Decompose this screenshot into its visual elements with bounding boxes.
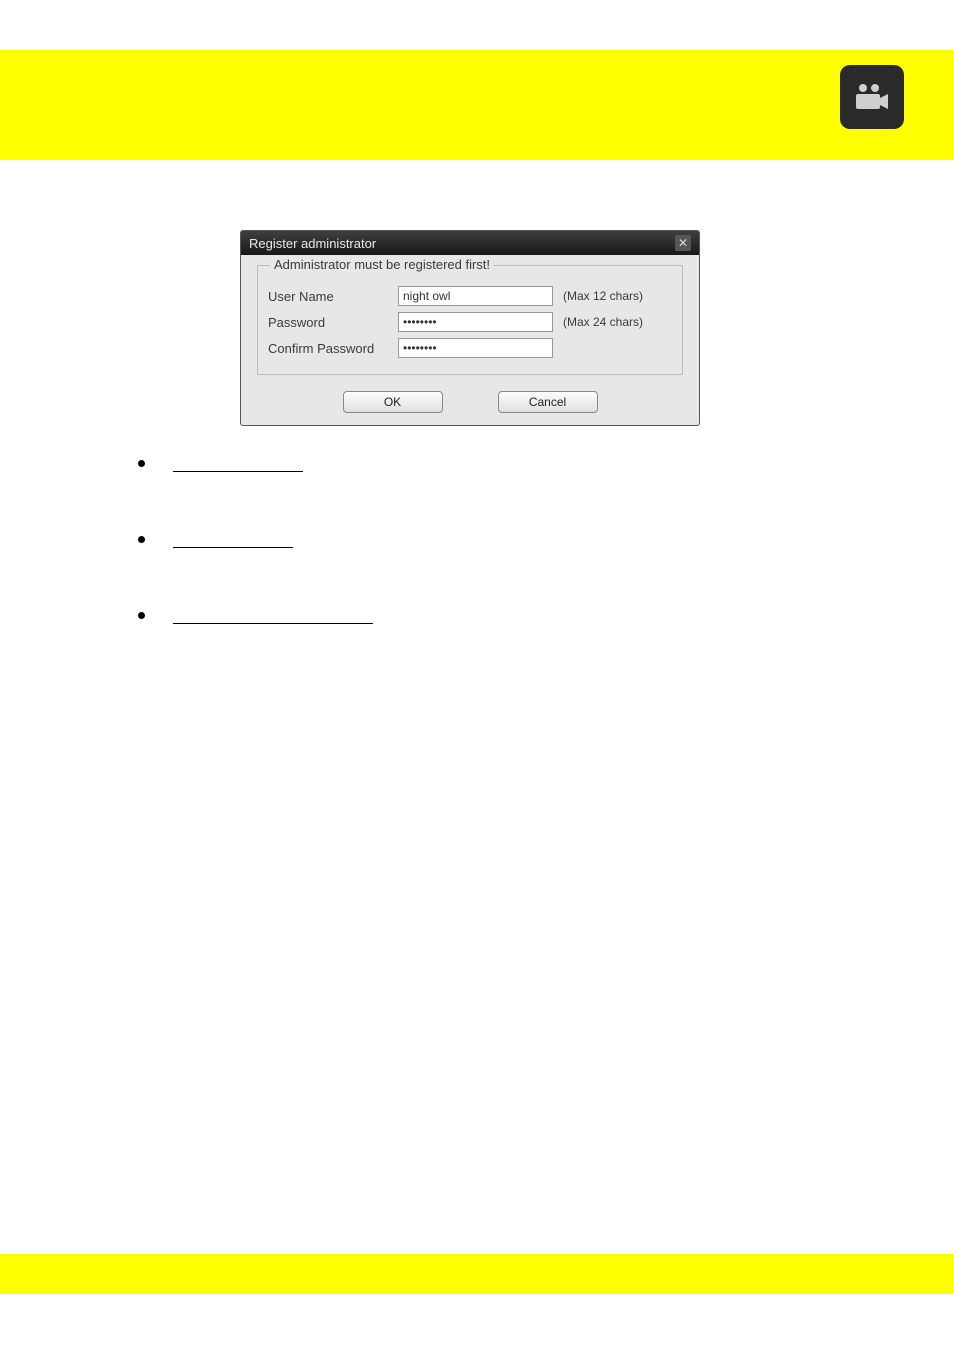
bullet-text [173,454,303,472]
confirm-password-label: Confirm Password [268,341,398,356]
bullet-list [110,454,874,624]
username-hint: (Max 12 chars) [563,289,643,303]
list-item [138,454,874,472]
list-item [138,606,874,624]
footer-bar [0,1254,954,1294]
register-admin-dialog: Register administrator ✕ Administrator m… [240,230,700,426]
password-hint: (Max 24 chars) [563,315,643,329]
bullet-icon [138,536,145,543]
bullet-icon [138,460,145,467]
list-item [138,530,874,548]
bullet-icon [138,612,145,619]
username-input[interactable] [398,286,553,306]
dialog-titlebar: Register administrator ✕ [241,231,699,255]
password-label: Password [268,315,398,330]
password-input[interactable] [398,312,553,332]
username-label: User Name [268,289,398,304]
title-bar [0,50,954,160]
close-icon[interactable]: ✕ [675,235,691,251]
confirm-password-input[interactable] [398,338,553,358]
bullet-text [173,606,373,624]
dialog-title: Register administrator [249,236,376,251]
ok-button[interactable]: OK [343,391,443,413]
dialog-legend: Administrator must be registered first! [270,257,494,272]
bullet-text [173,530,293,548]
cancel-button[interactable]: Cancel [498,391,598,413]
video-camera-icon [840,65,904,129]
